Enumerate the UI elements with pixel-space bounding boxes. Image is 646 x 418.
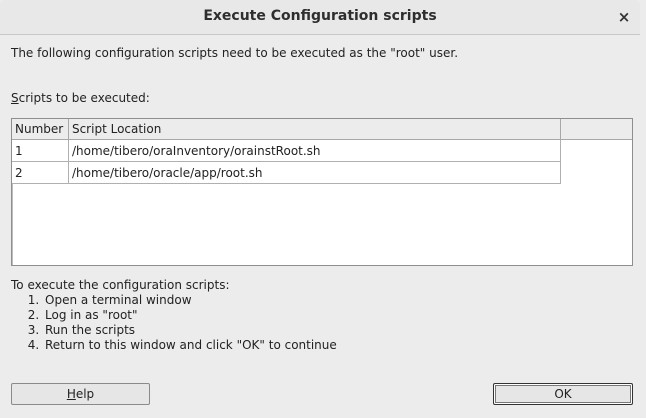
scripts-label: Scripts to be executed: — [11, 91, 150, 105]
table-header-row: Number Script Location — [12, 119, 632, 140]
help-button[interactable]: Help — [11, 383, 150, 405]
table-row[interactable]: 2 /home/tibero/oracle/app/root.sh — [12, 161, 632, 184]
row-location-cell[interactable]: /home/tibero/oraInventory/orainstRoot.sh — [68, 139, 561, 162]
column-header-number[interactable]: Number — [12, 119, 69, 140]
scripts-label-rest: cripts to be executed: — [18, 91, 150, 105]
row-location-cell[interactable]: /home/tibero/oracle/app/root.sh — [68, 161, 561, 184]
instructions-list: Open a terminal window Log in as "root" … — [11, 293, 337, 353]
column-header-filler — [560, 119, 632, 140]
title-bar: Execute Configuration scripts × — [0, 0, 640, 35]
instruction-step: Open a terminal window — [43, 293, 337, 308]
intro-text: The following configuration scripts need… — [11, 46, 459, 60]
dialog-body: The following configuration scripts need… — [0, 35, 640, 418]
row-number-cell[interactable]: 2 — [12, 161, 69, 184]
table-row[interactable]: 1 /home/tibero/oraInventory/orainstRoot.… — [12, 139, 632, 162]
column-header-script-location[interactable]: Script Location — [68, 119, 561, 140]
scripts-label-accel: S — [11, 91, 19, 105]
instructions: To execute the configuration scripts: Op… — [11, 278, 337, 353]
instructions-heading: To execute the configuration scripts: — [11, 278, 230, 292]
help-button-rest: elp — [75, 387, 95, 401]
ok-button[interactable]: OK — [493, 383, 633, 405]
help-button-accel: H — [66, 387, 76, 401]
instruction-step: Run the scripts — [43, 323, 337, 338]
row-number-cell[interactable]: 1 — [12, 139, 69, 162]
window-title: Execute Configuration scripts — [203, 8, 437, 24]
instruction-step: Log in as "root" — [43, 308, 337, 323]
close-icon[interactable]: × — [614, 7, 634, 27]
instruction-step: Return to this window and click "OK" to … — [43, 338, 337, 353]
scripts-table[interactable]: Number Script Location 1 /home/tibero/or… — [11, 118, 633, 266]
